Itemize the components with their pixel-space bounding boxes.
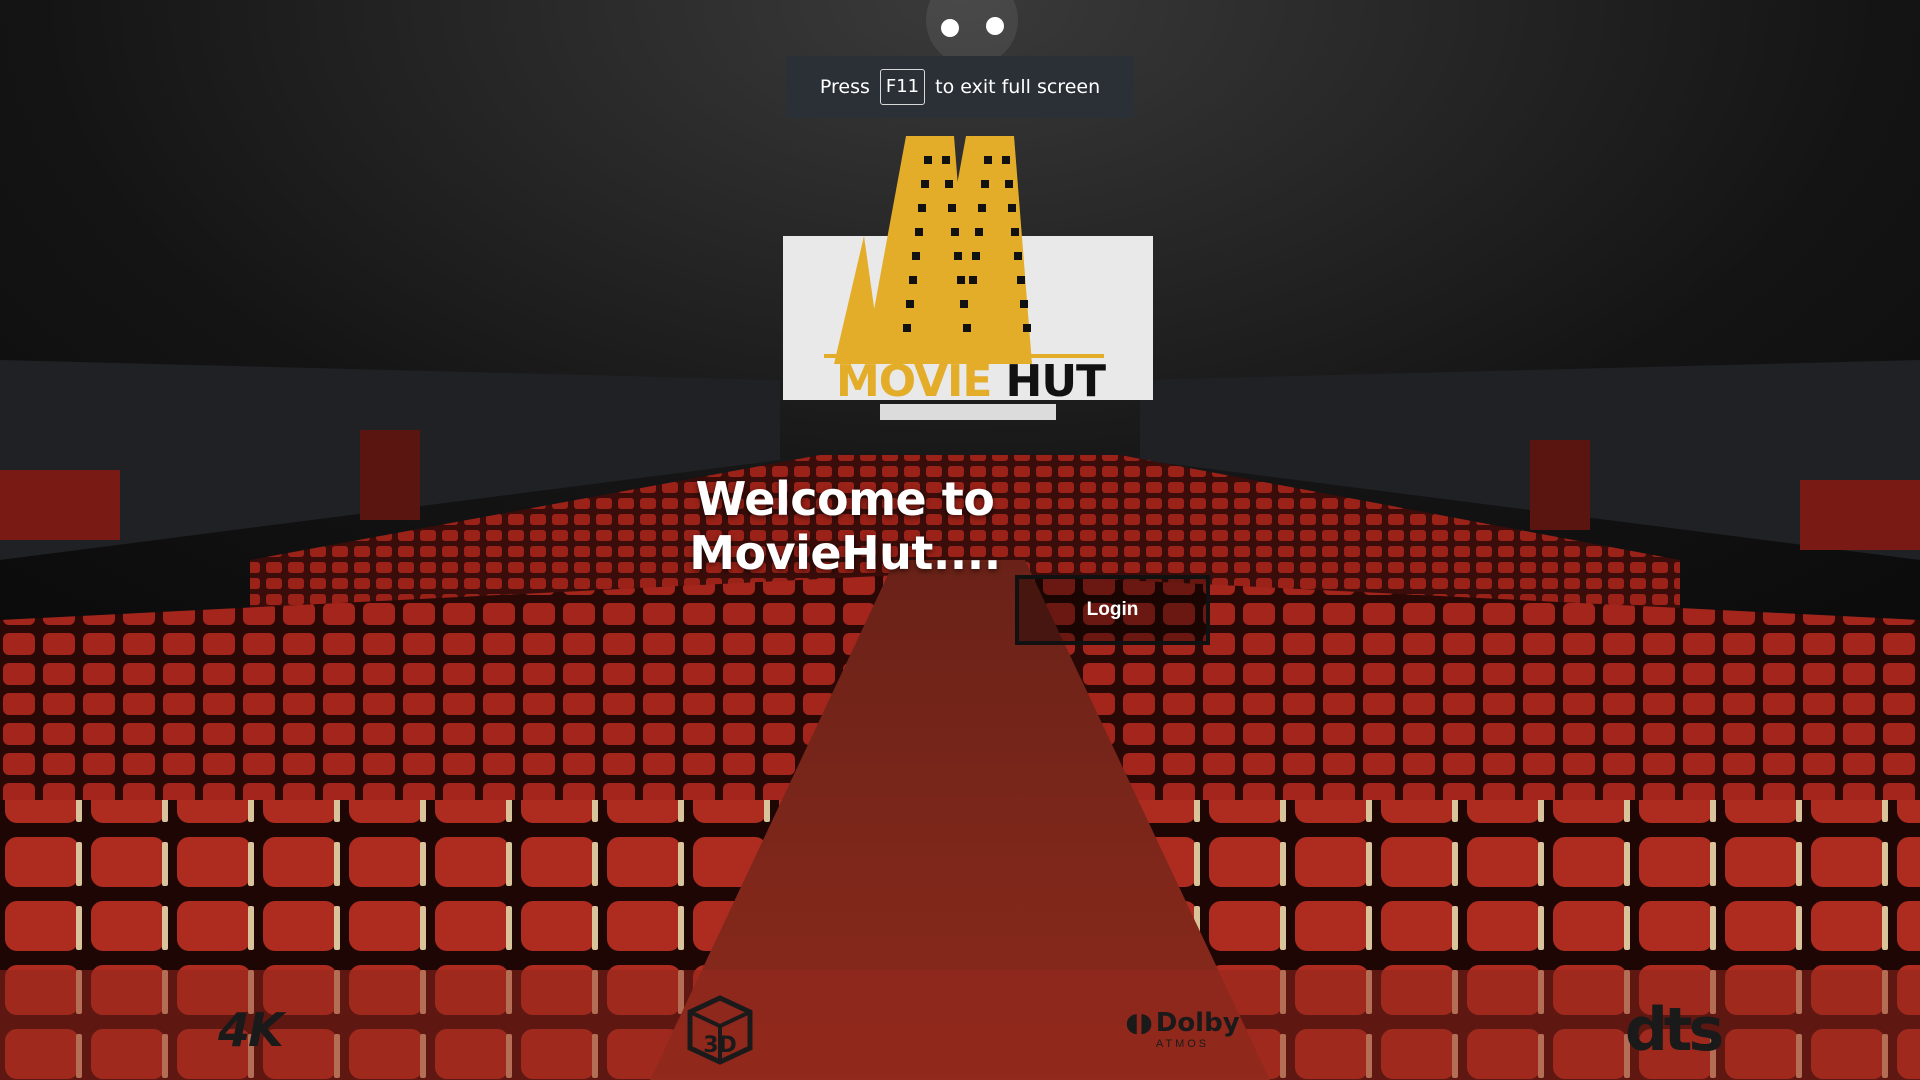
3d-label: 3D [703, 1033, 737, 1058]
dolby-double-d-icon: ◖◗ [1125, 1008, 1153, 1038]
4k-logo: 4K [218, 1003, 284, 1057]
3d-logo: 3D [680, 995, 760, 1065]
3d-cube-icon: 3D [687, 995, 753, 1065]
login-button[interactable]: Login [1015, 575, 1210, 645]
toast-suffix-text: to exit full screen [935, 76, 1101, 98]
login-screen: Press F11 to exit full screen MOVIE HUT … [0, 0, 1920, 1080]
logo-word-hut: HUT [1005, 356, 1107, 407]
logo-wordmark: MOVIE HUT [836, 356, 1106, 407]
atmos-label: ATMOS [1155, 1038, 1210, 1050]
dts-logo: dts [1624, 995, 1724, 1065]
dolby-label: Dolby [1155, 1008, 1240, 1038]
f11-key-badge: F11 [879, 69, 926, 105]
dolby-mark: ◖◗ Dolby [1125, 1010, 1239, 1036]
logo-word-movie: MOVIE [836, 356, 992, 407]
toast-press-text: Press [819, 76, 870, 98]
fullscreen-toast: Press F11 to exit full screen [786, 56, 1134, 118]
dolby-atmos-logo: ◖◗ Dolby ATMOS [1125, 995, 1240, 1065]
welcome-heading: Welcome to MovieHut.... [689, 472, 1001, 580]
